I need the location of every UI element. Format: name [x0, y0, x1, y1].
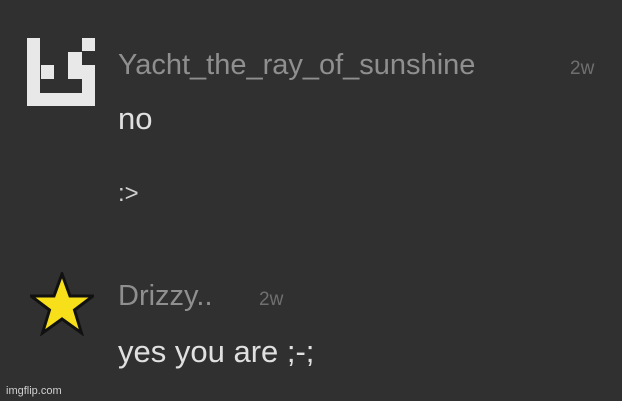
- star-icon[interactable]: [30, 272, 94, 336]
- comment: Drizzy.. 2w yes you are ;-;: [0, 0, 622, 401]
- comment-timestamp: 2w: [259, 289, 284, 310]
- username-link[interactable]: Drizzy..: [118, 280, 213, 312]
- comment-text: yes you are ;-;: [118, 334, 315, 369]
- comment-thread: Yacht_the_ray_of_sunshine 2w no :> Drizz…: [0, 0, 622, 401]
- watermark: imgflip.com: [6, 385, 62, 397]
